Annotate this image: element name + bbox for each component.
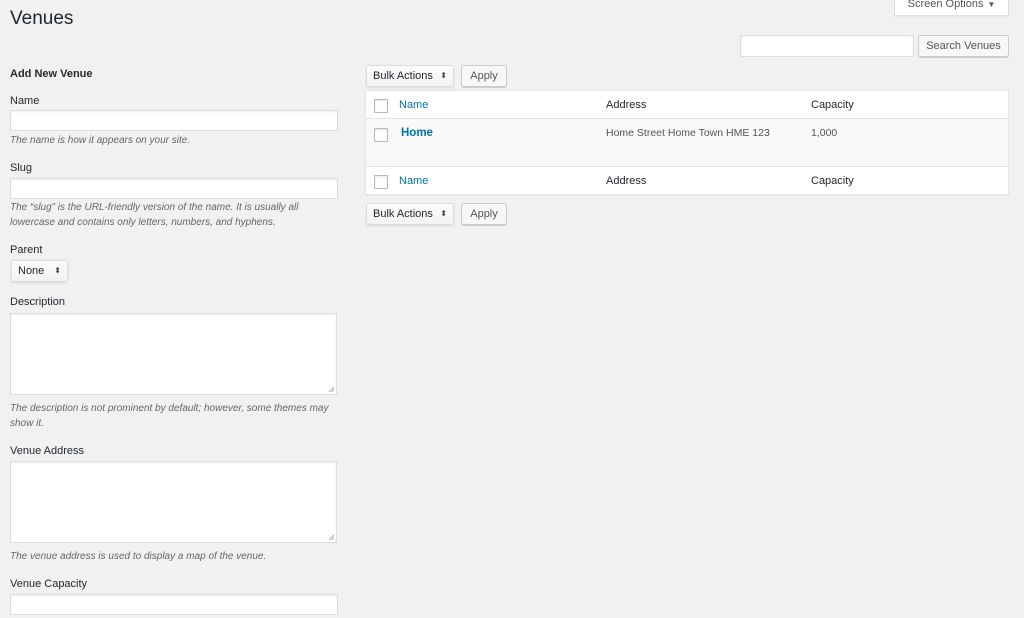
venue-address-hint: The venue address is used to display a m… <box>10 551 267 562</box>
apply-button[interactable]: Apply <box>461 65 507 87</box>
resize-grip-icon[interactable] <box>328 386 334 392</box>
search-venues-button[interactable]: Search Venues <box>918 35 1009 57</box>
column-header-name[interactable]: Name <box>399 99 428 111</box>
page-title: Venues <box>10 8 74 29</box>
caret-down-icon: ▼ <box>987 0 996 9</box>
parent-select[interactable]: None ⬍ <box>11 260 68 282</box>
select-all-checkbox-footer[interactable] <box>374 175 388 189</box>
parent-label: Parent <box>10 244 43 256</box>
search-input[interactable] <box>740 35 914 57</box>
bulk-actions-select-bottom[interactable]: Bulk Actions ⬍ <box>366 203 454 225</box>
column-header-address: Address <box>606 99 647 111</box>
column-footer-capacity: Capacity <box>811 175 854 187</box>
resize-grip-icon[interactable] <box>328 534 334 540</box>
venue-capacity-label: Venue Capacity <box>10 578 88 590</box>
venue-address: Home Street Home Town HME 123 <box>606 127 770 139</box>
slug-hint: The “slug” is the URL-friendly version o… <box>10 202 299 228</box>
apply-button-bottom[interactable]: Apply <box>461 203 507 225</box>
bulk-actions-label: Bulk Actions <box>373 70 433 82</box>
venues-table: Name Address Capacity Home Home Street H… <box>365 90 1009 195</box>
form-heading: Add New Venue <box>10 68 93 80</box>
bulk-actions-select[interactable]: Bulk Actions ⬍ <box>366 65 454 87</box>
screen-options-label: Screen Options <box>907 0 984 10</box>
select-arrows-icon: ⬍ <box>54 266 61 275</box>
row-checkbox[interactable] <box>374 128 388 142</box>
slug-input[interactable] <box>10 178 338 199</box>
column-header-capacity: Capacity <box>811 99 854 111</box>
name-hint: The name is how it appears on your site. <box>10 135 191 146</box>
table-footer-row: Name Address Capacity <box>366 166 1008 194</box>
column-footer-address: Address <box>606 175 647 187</box>
name-input[interactable] <box>10 110 338 131</box>
venue-address-textarea[interactable] <box>10 461 337 543</box>
select-all-checkbox[interactable] <box>374 99 388 113</box>
column-footer-name[interactable]: Name <box>399 175 428 187</box>
screen-options-button[interactable]: Screen Options ▼ <box>894 0 1009 16</box>
description-hint: The description is not prominent by defa… <box>10 403 329 429</box>
description-label: Description <box>10 296 66 308</box>
venue-address-label: Venue Address <box>10 445 85 457</box>
parent-selected-value: None <box>18 265 45 277</box>
bulk-actions-label: Bulk Actions <box>373 208 433 220</box>
venue-name-link[interactable]: Home <box>401 127 433 139</box>
select-arrows-icon: ⬍ <box>440 209 447 218</box>
table-row: Home Home Street Home Town HME 123 1,000 <box>366 119 1008 166</box>
name-label: Name <box>10 95 40 107</box>
select-arrows-icon: ⬍ <box>440 71 447 80</box>
slug-label: Slug <box>10 162 33 174</box>
venue-capacity: 1,000 <box>811 127 838 139</box>
venue-capacity-input[interactable] <box>10 594 338 615</box>
description-textarea[interactable] <box>10 313 337 395</box>
table-header-row: Name Address Capacity <box>366 91 1008 119</box>
